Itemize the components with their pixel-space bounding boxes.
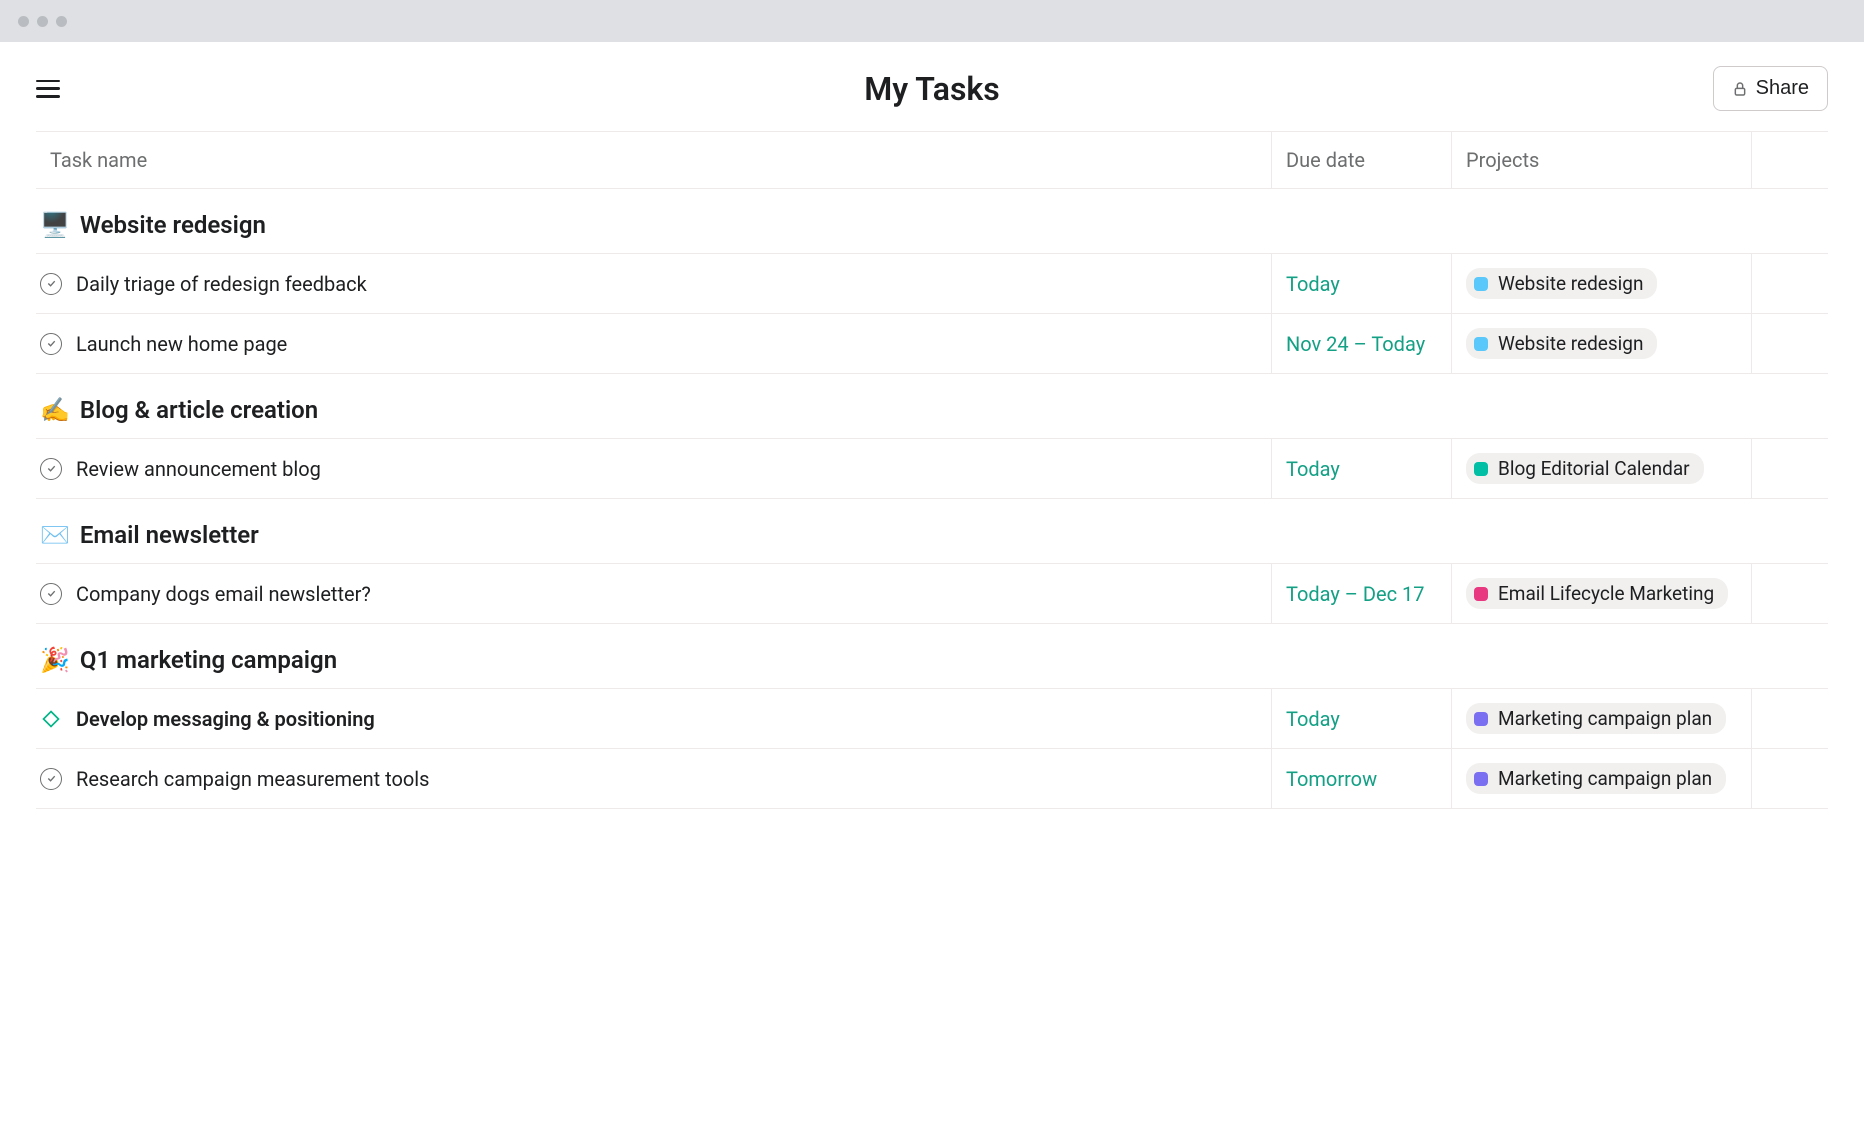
section-title[interactable]: ✉️ Email newsletter [36, 499, 1828, 563]
project-color-dot [1474, 337, 1488, 351]
task-name-cell[interactable]: Company dogs email newsletter? [36, 564, 1272, 623]
project-pill-label: Website redesign [1498, 332, 1643, 355]
task-due-cell[interactable]: Today – Dec 17 [1272, 564, 1452, 623]
task-due-cell[interactable]: Today [1272, 254, 1452, 313]
task-due-cell[interactable]: Today [1272, 439, 1452, 498]
task-row[interactable]: Launch new home page Nov 24 – Today Websit… [36, 313, 1828, 374]
task-name-cell[interactable]: Review announcement blog [36, 439, 1272, 498]
task-project-cell[interactable]: Website redesign [1452, 314, 1752, 373]
project-pill-label: Email Lifecycle Marketing [1498, 582, 1714, 605]
task-name-cell[interactable]: Launch new home page [36, 314, 1272, 373]
section-emoji: 🎉 [40, 646, 70, 674]
task-title: Company dogs email newsletter? [76, 582, 371, 606]
project-pill-label: Blog Editorial Calendar [1498, 457, 1690, 480]
col-header-due[interactable]: Due date [1272, 132, 1452, 188]
project-pill[interactable]: Marketing campaign plan [1466, 703, 1726, 734]
task-project-cell[interactable]: Marketing campaign plan [1452, 689, 1752, 748]
col-header-extra[interactable] [1752, 132, 1828, 188]
section-emoji: 🖥️ [40, 211, 70, 239]
window-chrome [0, 0, 1864, 42]
section-title-text: Q1 marketing campaign [80, 646, 337, 674]
task-project-cell[interactable]: Website redesign [1452, 254, 1752, 313]
project-color-dot [1474, 712, 1488, 726]
chrome-dot-close[interactable] [18, 16, 29, 27]
project-color-dot [1474, 277, 1488, 291]
section-title[interactable]: ✍️ Blog & article creation [36, 374, 1828, 438]
task-extra-cell[interactable] [1752, 689, 1828, 748]
column-headers: Task name Due date Projects [36, 131, 1828, 189]
task-extra-cell[interactable] [1752, 749, 1828, 808]
task-title: Develop messaging & positioning [76, 707, 375, 731]
complete-check-icon[interactable] [40, 583, 62, 605]
task-title: Launch new home page [76, 332, 287, 356]
lock-icon [1732, 81, 1748, 97]
task-title: Daily triage of redesign feedback [76, 272, 367, 296]
complete-check-icon[interactable] [40, 458, 62, 480]
chrome-dot-min[interactable] [37, 16, 48, 27]
task-extra-cell[interactable] [1752, 439, 1828, 498]
task-title: Review announcement blog [76, 457, 321, 481]
section-title-text: Blog & article creation [80, 396, 318, 424]
milestone-icon[interactable] [40, 708, 62, 730]
task-name-cell[interactable]: Research campaign measurement tools [36, 749, 1272, 808]
task-row[interactable]: Develop messaging & positioning Today Mark… [36, 688, 1828, 748]
section-title-text: Website redesign [80, 211, 266, 239]
page-title: My Tasks [864, 70, 1000, 108]
task-due-cell[interactable]: Today [1272, 689, 1452, 748]
task-project-cell[interactable]: Blog Editorial Calendar [1452, 439, 1752, 498]
share-button-label: Share [1756, 77, 1809, 100]
project-pill[interactable]: Website redesign [1466, 268, 1657, 299]
task-row[interactable]: Review announcement blog Today Blog Editor… [36, 438, 1828, 499]
task-name-cell[interactable]: Develop messaging & positioning [36, 689, 1272, 748]
task-row[interactable]: Company dogs email newsletter? Today – De… [36, 563, 1828, 624]
complete-check-icon[interactable] [40, 333, 62, 355]
section-title[interactable]: 🎉 Q1 marketing campaign [36, 624, 1828, 688]
section-title[interactable]: 🖥️ Website redesign [36, 189, 1828, 253]
section-title-text: Email newsletter [80, 521, 259, 549]
task-row[interactable]: Research campaign measurement tools Tomor… [36, 748, 1828, 809]
task-extra-cell[interactable] [1752, 314, 1828, 373]
project-pill[interactable]: Website redesign [1466, 328, 1657, 359]
task-due-cell[interactable]: Nov 24 – Today [1272, 314, 1452, 373]
task-name-cell[interactable]: Daily triage of redesign feedback [36, 254, 1272, 313]
project-pill-label: Website redesign [1498, 272, 1643, 295]
col-header-projects[interactable]: Projects [1452, 132, 1752, 188]
project-color-dot [1474, 772, 1488, 786]
project-pill[interactable]: Email Lifecycle Marketing [1466, 578, 1728, 609]
project-pill-label: Marketing campaign plan [1498, 707, 1712, 730]
complete-check-icon[interactable] [40, 273, 62, 295]
project-color-dot [1474, 462, 1488, 476]
task-row[interactable]: Daily triage of redesign feedback Today We… [36, 253, 1828, 313]
task-extra-cell[interactable] [1752, 564, 1828, 623]
project-color-dot [1474, 587, 1488, 601]
col-header-name[interactable]: Task name [36, 132, 1272, 188]
chrome-dot-max[interactable] [56, 16, 67, 27]
project-pill[interactable]: Blog Editorial Calendar [1466, 453, 1704, 484]
task-table: Task name Due date Projects 🖥️ Website re… [36, 131, 1828, 809]
task-project-cell[interactable]: Email Lifecycle Marketing [1452, 564, 1752, 623]
project-pill[interactable]: Marketing campaign plan [1466, 763, 1726, 794]
section-emoji: ✉️ [40, 521, 70, 549]
share-button[interactable]: Share [1713, 66, 1828, 111]
task-extra-cell[interactable] [1752, 254, 1828, 313]
task-project-cell[interactable]: Marketing campaign plan [1452, 749, 1752, 808]
header: My Tasks Share [0, 42, 1864, 131]
section-emoji: ✍️ [40, 396, 70, 424]
menamburger-icon[interactable] [36, 80, 60, 98]
complete-check-icon[interactable] [40, 768, 62, 790]
project-pill-label: Marketing campaign plan [1498, 767, 1712, 790]
task-due-cell[interactable]: Tomorrow [1272, 749, 1452, 808]
task-title: Research campaign measurement tools [76, 767, 429, 791]
